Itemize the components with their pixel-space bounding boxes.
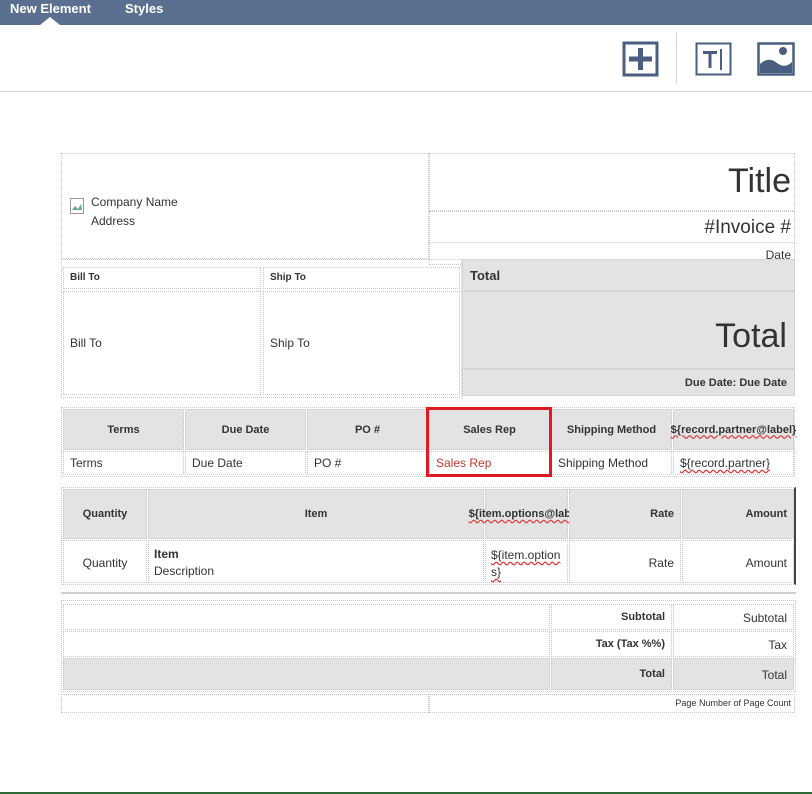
info-header-terms[interactable]: Terms <box>63 409 184 450</box>
text-element-icon[interactable] <box>695 42 732 81</box>
item-amount: Amount <box>745 556 787 570</box>
item-name: Item <box>154 547 179 561</box>
ship-to-header: Ship To <box>270 272 306 283</box>
tax-value-cell[interactable]: Tax <box>673 631 794 657</box>
info-header-po[interactable]: PO # <box>307 409 428 450</box>
items-header-amount: Amount <box>745 508 787 520</box>
info-value-po-cell[interactable]: PO # <box>307 451 428 475</box>
tax-value: Tax <box>768 638 787 652</box>
page-number: Page Number of Page Count <box>675 698 791 708</box>
total-header-cell[interactable]: Total <box>462 259 795 291</box>
info-value-shipping-method: Shipping Method <box>558 456 649 470</box>
bill-to-value: Bill To <box>70 336 102 350</box>
active-tab-indicator <box>40 17 60 25</box>
company-name: Company Name <box>91 195 178 209</box>
item-options-label-field: ${item.options@label} <box>468 508 585 520</box>
title-cell[interactable]: Title <box>429 153 795 211</box>
ship-to-value: Ship To <box>270 336 310 350</box>
tab-new-element[interactable]: New Element <box>10 1 91 16</box>
bill-to-header: Bill To <box>70 272 100 283</box>
item-options-cell[interactable]: ${item.options} <box>485 540 568 583</box>
document-title: Title <box>728 162 791 200</box>
tax-label-cell[interactable]: Tax (Tax %%) <box>551 631 672 657</box>
total-amount: Total <box>715 317 787 355</box>
ship-to-header-cell[interactable]: Ship To <box>263 267 460 289</box>
grand-total-label-cell[interactable]: Total <box>551 658 672 690</box>
total-header: Total <box>470 268 501 283</box>
toolbar-divider <box>676 32 677 84</box>
item-description-cell[interactable]: Item Description <box>148 540 484 583</box>
total-amount-cell[interactable]: Total <box>462 291 795 369</box>
image-element-icon[interactable] <box>757 42 795 81</box>
item-quantity: Quantity <box>82 556 128 570</box>
company-address: Address <box>91 214 136 228</box>
due-date-summary: Due Date: Due Date <box>684 377 787 389</box>
broken-image-icon <box>70 198 84 214</box>
summary-spacer-2 <box>63 631 550 657</box>
info-value-due-date: Due Date <box>192 456 243 470</box>
footer-left-cell[interactable] <box>61 694 429 713</box>
items-header-rate-cell[interactable]: Rate <box>569 489 681 539</box>
grand-total-value: Total <box>761 668 787 682</box>
info-value-terms: Terms <box>70 456 103 470</box>
element-toolbar <box>0 25 812 92</box>
item-rate: Rate <box>648 556 674 570</box>
invoice-number: #Invoice # <box>704 217 791 238</box>
info-value-po: PO # <box>314 456 342 470</box>
items-header-item[interactable]: Item <box>148 489 484 539</box>
summary-spacer-1 <box>63 604 550 630</box>
info-header-shipping-method[interactable]: Shipping Method <box>551 409 672 450</box>
tab-styles[interactable]: Styles <box>125 1 163 16</box>
subtotal-value-cell[interactable]: Subtotal <box>673 604 794 630</box>
subtotal-label: Subtotal <box>621 611 665 623</box>
info-value-due-date-cell[interactable]: Due Date <box>185 451 306 475</box>
subtotal-label-cell[interactable]: Subtotal <box>551 604 672 630</box>
partner-label-field: ${record.partner@label} <box>670 423 797 436</box>
top-tab-bar: New Element Styles <box>0 0 812 25</box>
items-header-quantity[interactable]: Quantity <box>63 489 147 539</box>
items-header-options[interactable]: ${item.options@label} <box>469 489 584 539</box>
tax-label: Tax (Tax %%) <box>595 638 665 650</box>
info-value-shipping-cell[interactable]: Shipping Method <box>551 451 672 475</box>
sales-rep-highlight-box <box>426 407 552 477</box>
item-amount-cell[interactable]: Amount <box>682 540 794 583</box>
item-description: Description <box>154 564 215 578</box>
footer-right-cell[interactable]: Page Number of Page Count <box>429 694 795 713</box>
items-header-amount-cell[interactable]: Amount <box>682 489 794 539</box>
info-value-partner: ${record.partner} <box>680 456 771 470</box>
item-options-field: ${item.options} <box>491 548 561 579</box>
summary-divider <box>61 592 796 594</box>
subtotal-value: Subtotal <box>742 611 787 625</box>
item-quantity-cell[interactable]: Quantity <box>63 540 147 583</box>
item-rate-cell[interactable]: Rate <box>569 540 681 583</box>
grand-total-label: Total <box>639 668 665 680</box>
info-value-terms-cell[interactable]: Terms <box>63 451 184 475</box>
bill-to-cell[interactable]: Bill To <box>63 291 261 395</box>
invoice-number-cell[interactable]: #Invoice # <box>429 211 795 243</box>
items-header-rate: Rate <box>650 508 674 520</box>
info-header-due-date[interactable]: Due Date <box>185 409 306 450</box>
add-element-icon[interactable] <box>622 41 659 82</box>
info-header-partner[interactable]: ${record.partner@label} <box>670 409 797 450</box>
company-info-cell[interactable]: Company Name Address <box>61 153 429 259</box>
grand-total-value-cell[interactable]: Total <box>673 658 794 690</box>
ship-to-cell[interactable]: Ship To <box>263 291 460 395</box>
bill-to-header-cell[interactable]: Bill To <box>63 267 261 289</box>
info-value-partner-cell[interactable]: ${record.partner} <box>673 451 794 475</box>
summary-spacer-3 <box>63 658 550 690</box>
due-date-cell[interactable]: Due Date: Due Date <box>462 369 795 396</box>
